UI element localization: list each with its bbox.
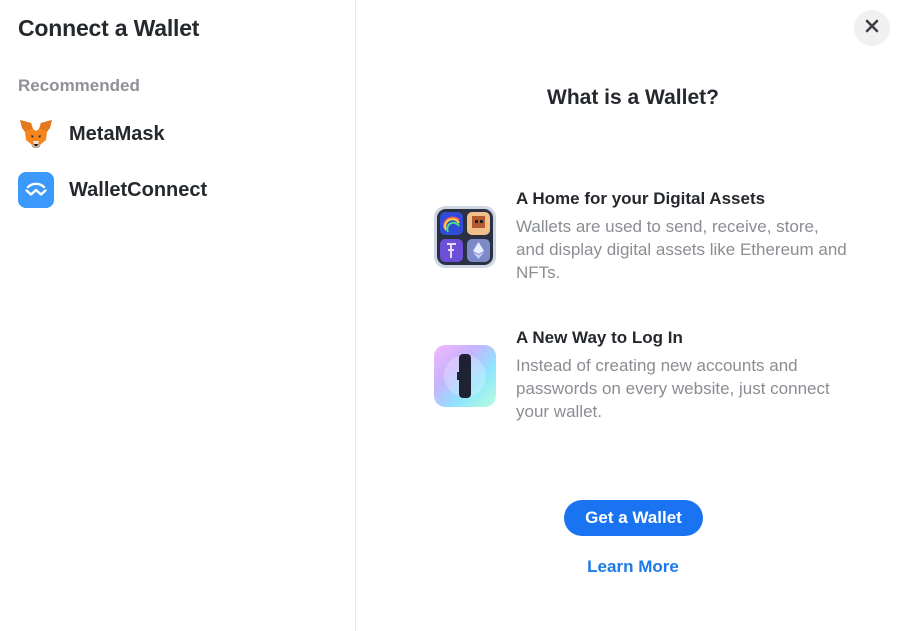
feature-new-login: A New Way to Log In Instead of creating …: [434, 327, 864, 423]
section-label-recommended: Recommended: [18, 76, 140, 95]
feature-text: A Home for your Digital Assets Wallets a…: [516, 188, 851, 284]
metamask-fox-icon: [18, 116, 54, 152]
feature-description: Instead of creating new accounts and pas…: [516, 356, 830, 421]
wallet-option-label: MetaMask: [69, 122, 165, 145]
feature-heading: A New Way to Log In: [516, 328, 683, 347]
wallet-option-label: WalletConnect: [69, 178, 208, 201]
wallet-option-metamask[interactable]: MetaMask: [18, 112, 338, 156]
close-icon: [865, 19, 879, 38]
info-title: What is a Wallet?: [547, 86, 719, 109]
wallet-option-walletconnect[interactable]: WalletConnect: [18, 168, 338, 212]
close-button[interactable]: [854, 10, 890, 46]
wallet-list: MetaMask WalletConnect: [18, 112, 338, 224]
feature-text: A New Way to Log In Instead of creating …: [516, 327, 851, 423]
login-key-icon: [434, 345, 496, 407]
info-pane: What is a Wallet? A Home for your Digita…: [356, 0, 900, 631]
wallet-list-pane: Connect a Wallet Recommended MetaMask Wa…: [0, 0, 356, 631]
feature-description: Wallets are used to send, receive, store…: [516, 217, 847, 282]
digital-assets-icon: [434, 206, 496, 268]
walletconnect-icon: [18, 172, 54, 208]
learn-more-link[interactable]: Learn More: [356, 557, 900, 577]
feature-digital-assets: A Home for your Digital Assets Wallets a…: [434, 188, 864, 284]
feature-heading: A Home for your Digital Assets: [516, 189, 766, 208]
modal-title: Connect a Wallet: [18, 15, 200, 41]
get-wallet-button[interactable]: Get a Wallet: [564, 500, 703, 536]
connect-wallet-modal: Connect a Wallet Recommended MetaMask Wa…: [0, 0, 900, 631]
